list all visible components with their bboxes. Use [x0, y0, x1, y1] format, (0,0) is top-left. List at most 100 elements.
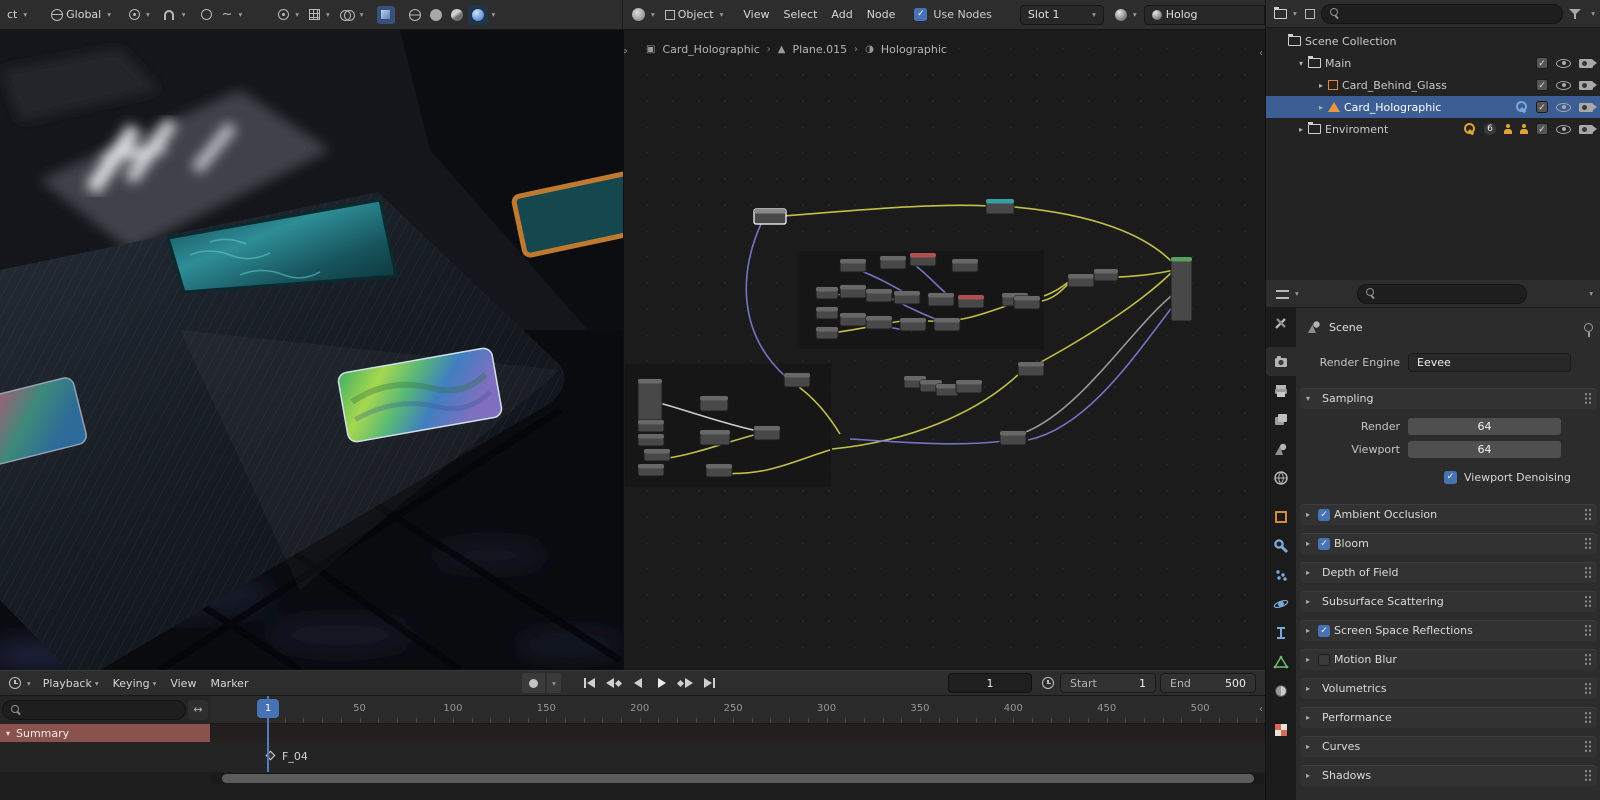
shader-node[interactable] — [927, 292, 955, 307]
editor-type-dropdown[interactable]: ▾ — [1274, 283, 1301, 305]
hide-eye-icon[interactable] — [1556, 80, 1571, 90]
disable-render-camera-icon[interactable] — [1579, 124, 1597, 134]
outliner-row-card-holographic[interactable]: ▸ Card_Holographic ✓ — [1266, 96, 1600, 118]
snap-magnet-toggle[interactable] — [159, 4, 179, 26]
shader-node[interactable] — [699, 395, 729, 412]
shading-material-button[interactable] — [447, 5, 467, 25]
shading-dropdown[interactable]: ▾ — [492, 10, 496, 19]
outliner-row-scene-collection[interactable]: Scene Collection — [1266, 30, 1600, 52]
shader-node[interactable] — [1170, 256, 1193, 322]
panel-shadows[interactable]: ▸ Shadows — [1300, 765, 1597, 786]
shader-node[interactable] — [699, 429, 731, 446]
editor-type-dropdown[interactable]: ▾ — [627, 4, 660, 26]
viewport-samples-field[interactable]: 64 — [1408, 441, 1561, 458]
exclude-checkbox[interactable]: ✓ — [1536, 123, 1548, 135]
chevron-down-icon[interactable]: ▾ — [1591, 9, 1595, 18]
render-samples-field[interactable]: 64 — [1408, 418, 1561, 435]
viewport-denoising-checkbox[interactable]: ✓ — [1444, 470, 1457, 484]
slot-dropdown[interactable]: Slot 1 ▾ — [1019, 4, 1104, 25]
tab-render-tab[interactable] — [1266, 347, 1296, 376]
browse-material-dropdown[interactable]: ▾ — [1110, 4, 1142, 26]
marker-region[interactable]: F_04 — [0, 742, 1265, 772]
shader-node[interactable] — [879, 255, 907, 270]
panel-drag-handle[interactable] — [1584, 682, 1591, 695]
mode-dropdown-truncated[interactable]: ct ▾ — [2, 4, 32, 26]
shader-node[interactable] — [753, 208, 787, 225]
checkbox[interactable]: ✓ — [1318, 537, 1330, 550]
shader-node[interactable] — [865, 315, 893, 330]
disable-render-camera-icon[interactable] — [1579, 58, 1597, 68]
panel-bloom[interactable]: ▸ ✓ Bloom — [1300, 533, 1597, 554]
shading-wireframe-button[interactable] — [405, 5, 425, 25]
shader-node[interactable] — [909, 252, 937, 267]
shader-node[interactable] — [643, 448, 671, 462]
menu-view[interactable]: View — [736, 4, 776, 26]
tab-constraints-tab[interactable] — [1266, 618, 1296, 647]
panel-drag-handle[interactable] — [1584, 653, 1591, 666]
record-button[interactable] — [522, 673, 545, 693]
disclosure-triangle[interactable]: ▸ — [1314, 81, 1328, 90]
panel-performance[interactable]: ▸ Performance — [1300, 707, 1597, 728]
expand-channels-button[interactable]: ↔ — [188, 700, 208, 720]
visibility-dropdown[interactable]: ▾ — [304, 4, 335, 26]
use-nodes-toggle[interactable]: ✓ Use Nodes — [914, 8, 992, 21]
outliner-row-main[interactable]: ▾ Main ✓ — [1266, 52, 1600, 74]
panel-drag-handle[interactable] — [1584, 740, 1591, 753]
tab-view-layer-tab[interactable] — [1266, 405, 1296, 434]
timeline-scrollbar[interactable] — [210, 773, 1265, 784]
checkbox[interactable] — [1318, 653, 1330, 666]
display-mode-icon[interactable] — [1304, 8, 1315, 19]
tab-scene-tab[interactable] — [1266, 434, 1296, 463]
node-graph-canvas[interactable] — [624, 30, 1265, 670]
tab-material-tab[interactable] — [1266, 676, 1296, 705]
checkbox[interactable]: ✓ — [1318, 624, 1330, 637]
panel-subsurface-scattering[interactable]: ▸ Subsurface Scattering — [1300, 591, 1597, 612]
shader-node[interactable] — [865, 288, 893, 303]
disable-render-camera-icon[interactable] — [1579, 102, 1597, 112]
panel-screen-space-reflections[interactable]: ▸ ✓ Screen Space Reflections — [1300, 620, 1597, 641]
exclude-checkbox[interactable]: ✓ — [1536, 79, 1548, 91]
panel-drag-handle[interactable] — [1584, 392, 1591, 405]
shader-node[interactable] — [957, 294, 985, 309]
panel-drag-handle[interactable] — [1584, 711, 1591, 724]
panel-ambient-occlusion[interactable]: ▸ ✓ Ambient Occlusion — [1300, 504, 1597, 525]
menu-select[interactable]: Select — [776, 4, 824, 26]
shader-node[interactable] — [753, 425, 781, 441]
shader-node[interactable] — [637, 378, 663, 426]
tab-modifiers-tab[interactable] — [1266, 531, 1296, 560]
checkbox[interactable]: ✓ — [1318, 508, 1330, 521]
panel-drag-handle[interactable] — [1584, 595, 1591, 608]
material-name-field[interactable]: Holog — [1143, 4, 1265, 25]
disclosure-triangle[interactable]: ▾ — [6, 729, 10, 738]
tab-world-tab[interactable] — [1266, 463, 1296, 492]
shader-node[interactable] — [1093, 268, 1119, 282]
transform-orientation-dropdown[interactable]: Global ▾ — [46, 4, 116, 26]
shader-node[interactable] — [893, 290, 921, 305]
shader-node[interactable] — [933, 317, 961, 332]
current-frame-field[interactable]: 1 — [948, 673, 1032, 693]
shader-node[interactable] — [985, 198, 1015, 215]
hide-eye-icon[interactable] — [1556, 58, 1571, 68]
disclosure-triangle[interactable]: ▸ — [1294, 125, 1308, 134]
menu-add[interactable]: Add — [824, 4, 859, 26]
render-engine-dropdown[interactable]: Eevee — [1408, 352, 1571, 372]
outliner-row-enviroment[interactable]: ▸ Enviroment 6 ✓ — [1266, 118, 1600, 140]
gizmo-dropdown[interactable]: ▾ — [273, 4, 304, 26]
shading-solid-button[interactable] — [426, 5, 446, 25]
panel-depth-of-field[interactable]: ▸ Depth of Field — [1300, 562, 1597, 583]
menu-playback[interactable]: Playback ▾ — [36, 672, 106, 694]
outliner-search-input[interactable] — [1320, 3, 1564, 24]
overlays-dropdown[interactable]: ▾ — [335, 4, 369, 26]
tab-object-tab[interactable] — [1266, 502, 1296, 531]
timeline-ruler[interactable]: 50 100 150 200 250 300 350 400 450 500 — [210, 696, 1265, 724]
disclosure-triangle[interactable]: ▾ — [1294, 59, 1308, 68]
shader-node[interactable] — [1067, 273, 1095, 288]
snap-dropdown[interactable]: ▾ — [182, 10, 186, 19]
menu-keying[interactable]: Keying ▾ — [106, 672, 164, 694]
shader-node[interactable] — [783, 372, 811, 388]
tab-texture-tab[interactable] — [1266, 715, 1296, 744]
panel-drag-handle[interactable] — [1584, 769, 1591, 782]
outliner-row-card-behind-glass[interactable]: ▸ Card_Behind_Glass ✓ — [1266, 74, 1600, 96]
editor-type-dropdown[interactable]: ▾ — [1272, 3, 1299, 25]
panel-toggle-arrow[interactable]: ‹ — [1259, 704, 1263, 715]
